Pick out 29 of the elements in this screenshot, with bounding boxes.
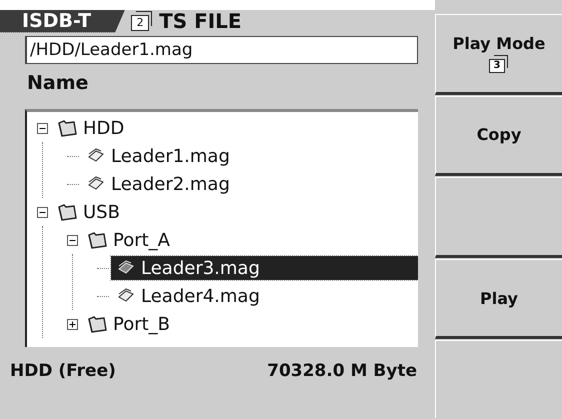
tree-item[interactable]: Leader1.mag — [81, 144, 418, 168]
folder-icon — [57, 203, 77, 221]
soft-key-button[interactable]: Play Mode 3 — [435, 14, 562, 95]
folder-icon — [57, 119, 77, 137]
status-label: HDD (Free) — [10, 361, 116, 381]
soft-key-button[interactable]: Play — [435, 258, 562, 340]
blank-soft-key[interactable] — [435, 177, 562, 258]
collapse-toggle-icon[interactable] — [37, 122, 48, 134]
folder-icon — [87, 315, 107, 333]
soft-key-button[interactable]: Copy — [435, 96, 562, 176]
file-icon — [117, 260, 135, 276]
screen-title: TS FILE — [159, 9, 242, 33]
path-field[interactable]: /HDD/Leader1.mag — [25, 36, 418, 64]
status-value: 70328.0 M Byte — [267, 361, 417, 381]
folder-icon — [87, 231, 107, 249]
file-icon — [117, 288, 135, 304]
column-header: Name — [27, 72, 90, 96]
tree-item[interactable]: Leader4.mag — [111, 284, 418, 308]
collapse-toggle-icon[interactable] — [37, 206, 48, 218]
file-icon — [87, 148, 105, 164]
tree-item[interactable]: Leader2.mag — [81, 172, 418, 196]
tree-item[interactable]: Port_B — [81, 312, 418, 336]
collapse-toggle-icon[interactable] — [67, 234, 78, 246]
tree-item[interactable]: Leader3.mag — [111, 256, 418, 280]
expand-toggle-icon[interactable] — [67, 318, 78, 330]
tree-item[interactable]: Port_A — [81, 228, 418, 252]
file-icon — [87, 176, 105, 192]
tree-item[interactable]: USB — [51, 200, 418, 224]
tree-item[interactable]: HDD — [51, 116, 418, 140]
